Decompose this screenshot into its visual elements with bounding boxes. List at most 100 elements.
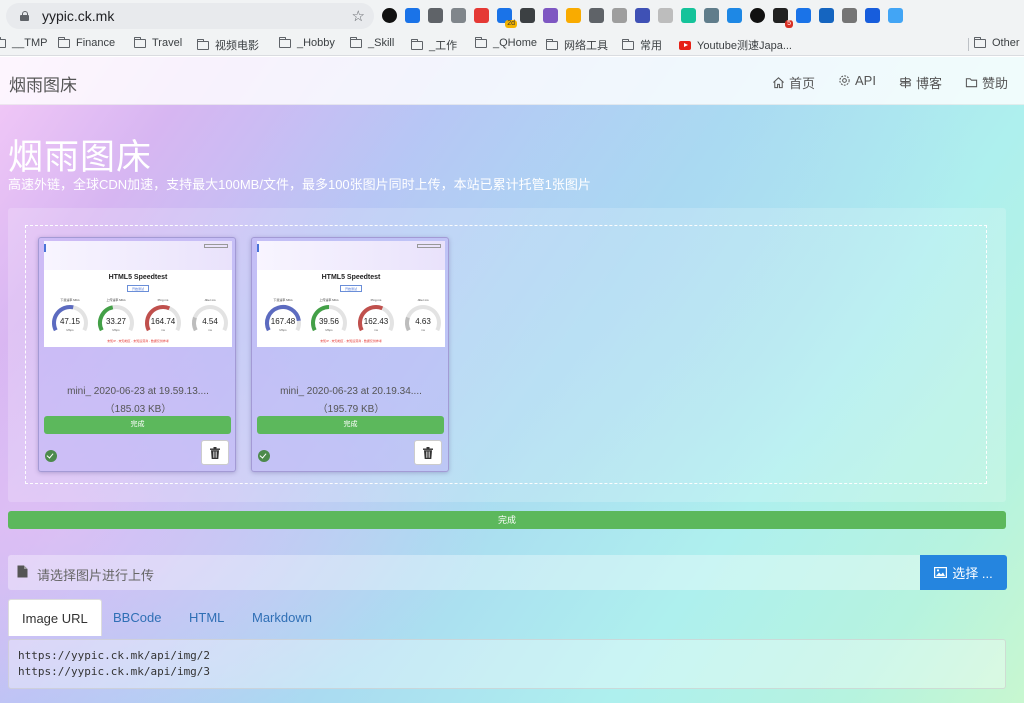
grammarly-ext-icon[interactable] [681,8,696,23]
gauge-value: 4.63 [415,317,431,326]
gauge-unit: ms [421,328,425,332]
nav-blog-label: 博客 [916,76,943,91]
photo-ext-icon[interactable] [704,8,719,23]
folder-icon [196,38,209,50]
gauge-unit: ms [161,328,165,332]
spinner-ext-icon[interactable] [658,8,673,23]
select-files-button[interactable]: 选择 ... [920,555,1007,590]
bookmark-label: __TMP [12,37,48,49]
upload-complete-button[interactable]: 完成 [257,416,444,434]
image-ext-icon[interactable] [612,8,627,23]
link-format-tabs: Image URL BBCode HTML Markdown [8,599,1006,636]
bookmark-folder[interactable]: 网络工具 [545,37,608,53]
pocket-ext-icon[interactable] [428,8,443,23]
preview-footer-text: 未知IP - 未知地区 - 未知运营商 - 数据仅供参考 [107,339,169,343]
nav-blog[interactable]: 博客 [899,73,942,92]
file-input-placeholder: 请选择图片进行上传 [37,568,155,583]
note-ext-icon[interactable] [566,8,581,23]
preview-image[interactable]: HTML5 Speedtest 开始测试 下载速率 Mb/s 47.15 Mbps 上传速… [44,241,232,347]
bookmark-folder[interactable]: Finance [57,36,115,49]
wave-ext-icon[interactable] [589,8,604,23]
grid-ext-icon[interactable] [819,8,834,23]
bookmark-label: Travel [152,37,183,49]
bookmark-folder[interactable]: 常用 [621,37,662,53]
search-ext-icon[interactable] [520,8,535,23]
dark-ext-icon[interactable]: 5 [773,8,793,28]
folder-icon [965,78,978,88]
gauge-label: Jitter ms [417,298,429,302]
gauge-unit: Mbps [325,328,333,332]
bitwarden-ext-icon[interactable] [865,8,880,23]
preview-start-button: 开始测试 [340,285,362,292]
download-ext-icon[interactable] [635,8,650,23]
gauge-value: 39.56 [318,317,340,326]
nav-home[interactable]: 首页 [772,73,815,92]
bookmark-star-icon[interactable]: ☆ [352,7,365,25]
bookmark-folder[interactable]: _Hobby [278,36,335,49]
nav-donate-label: 赞助 [982,76,1009,91]
trash-icon [210,446,220,459]
links-output[interactable]: https://yypic.ck.mk/api/img/2 https://yyp… [8,639,1006,689]
gauge-value: 4.54 [202,317,218,326]
address-bar[interactable]: yypic.ck.mk ☆ [6,3,374,29]
delete-file-button[interactable] [414,440,442,465]
preview-title: HTML5 Speedtest [108,274,168,281]
site-brand[interactable]: 烟雨图床 [9,71,77,96]
preview-image[interactable]: HTML5 Speedtest 开始测试 下载速率 Mb/s 167.48 Mbps 上传… [257,241,445,347]
paper-plane-ext-icon[interactable] [888,8,903,23]
tab-html[interactable]: HTML [176,599,237,636]
delete-file-button[interactable] [201,440,229,465]
success-check-icon [258,450,270,462]
preview-accent [44,244,46,252]
gauge-value: 167.48 [270,317,296,326]
bookmark-folder[interactable]: _QHome [474,36,537,49]
youtube-icon [679,40,691,50]
bookmark-ext-icon[interactable] [405,8,420,23]
gauge-label: 上传速率 Mb/s [106,298,126,302]
bookmark-label: Other [992,37,1020,49]
lens-ext-icon[interactable] [727,8,742,23]
image-icon [934,567,948,578]
bookmark-folder[interactable]: _Skill [349,36,395,49]
tab-image-url[interactable]: Image URL [8,599,102,636]
folder-icon [545,38,558,50]
bookmark-label: _Skill [368,37,395,49]
check-ext-icon[interactable] [796,8,811,23]
file-name: mini_ 2020-06-23 at 20.19.34.... [280,386,422,397]
bookmark-folder[interactable]: __TMP [0,36,48,49]
copy-ext-icon[interactable] [451,8,466,23]
bookmark-label: 常用 [640,40,662,52]
gauge-label: 上传速率 Mb/s [319,298,339,302]
bookmark-folder[interactable]: _工作 [410,37,457,53]
calendar-ext-icon[interactable]: 2d [497,8,517,28]
bookmark-folder[interactable]: Other [973,36,1020,49]
tab-markdown[interactable]: Markdown [239,599,325,636]
bookmark-link[interactable]: Youtube测速Japa... [679,37,792,53]
image-url-line[interactable]: https://yypic.ck.mk/api/img/2 [18,649,210,662]
file-size: （185.03 KB） [104,404,172,415]
stop-ext-icon[interactable] [474,8,489,23]
upload-dropzone[interactable]: HTML5 Speedtest 开始测试 下载速率 Mb/s 47.15 Mbps 上传速… [25,225,987,484]
url-text[interactable]: yypic.ck.mk [42,8,114,24]
gauge-unit: Mbps [279,328,287,332]
nav-donate[interactable]: 赞助 [965,73,1008,92]
hero-subtitle: 高速外链，全球CDN加速，支持最大100MB/文件，最多100张图片同时上传，本… [8,177,591,192]
vd-ext-icon[interactable] [750,8,765,23]
page-viewport: 烟雨图床 首页 API 博客 赞助 烟雨图床 高速外链，全球CDN加速，支持最大… [0,57,1024,703]
bookmark-folder[interactable]: Travel [133,36,183,49]
signpost-icon [899,76,912,89]
bookmark-label: Youtube测速Japa... [697,40,792,52]
circle-ext-icon[interactable] [382,8,397,23]
lock-icon [20,11,29,21]
bookmark-folder[interactable]: 视频电影 [196,37,259,53]
tab-bbcode[interactable]: BBCode [100,599,174,636]
image-url-line[interactable]: https://yypic.ck.mk/api/img/3 [18,665,210,678]
purple-ext-icon[interactable] [543,8,558,23]
nav-api[interactable]: API [838,73,876,88]
folder-icon [0,36,6,48]
preview-accent [257,244,259,252]
file-caption-input[interactable]: 请选择图片进行上传 [8,555,920,590]
upload-complete-button[interactable]: 完成 [44,416,231,434]
save-ext-icon[interactable] [842,8,857,23]
trash-icon [423,446,433,459]
